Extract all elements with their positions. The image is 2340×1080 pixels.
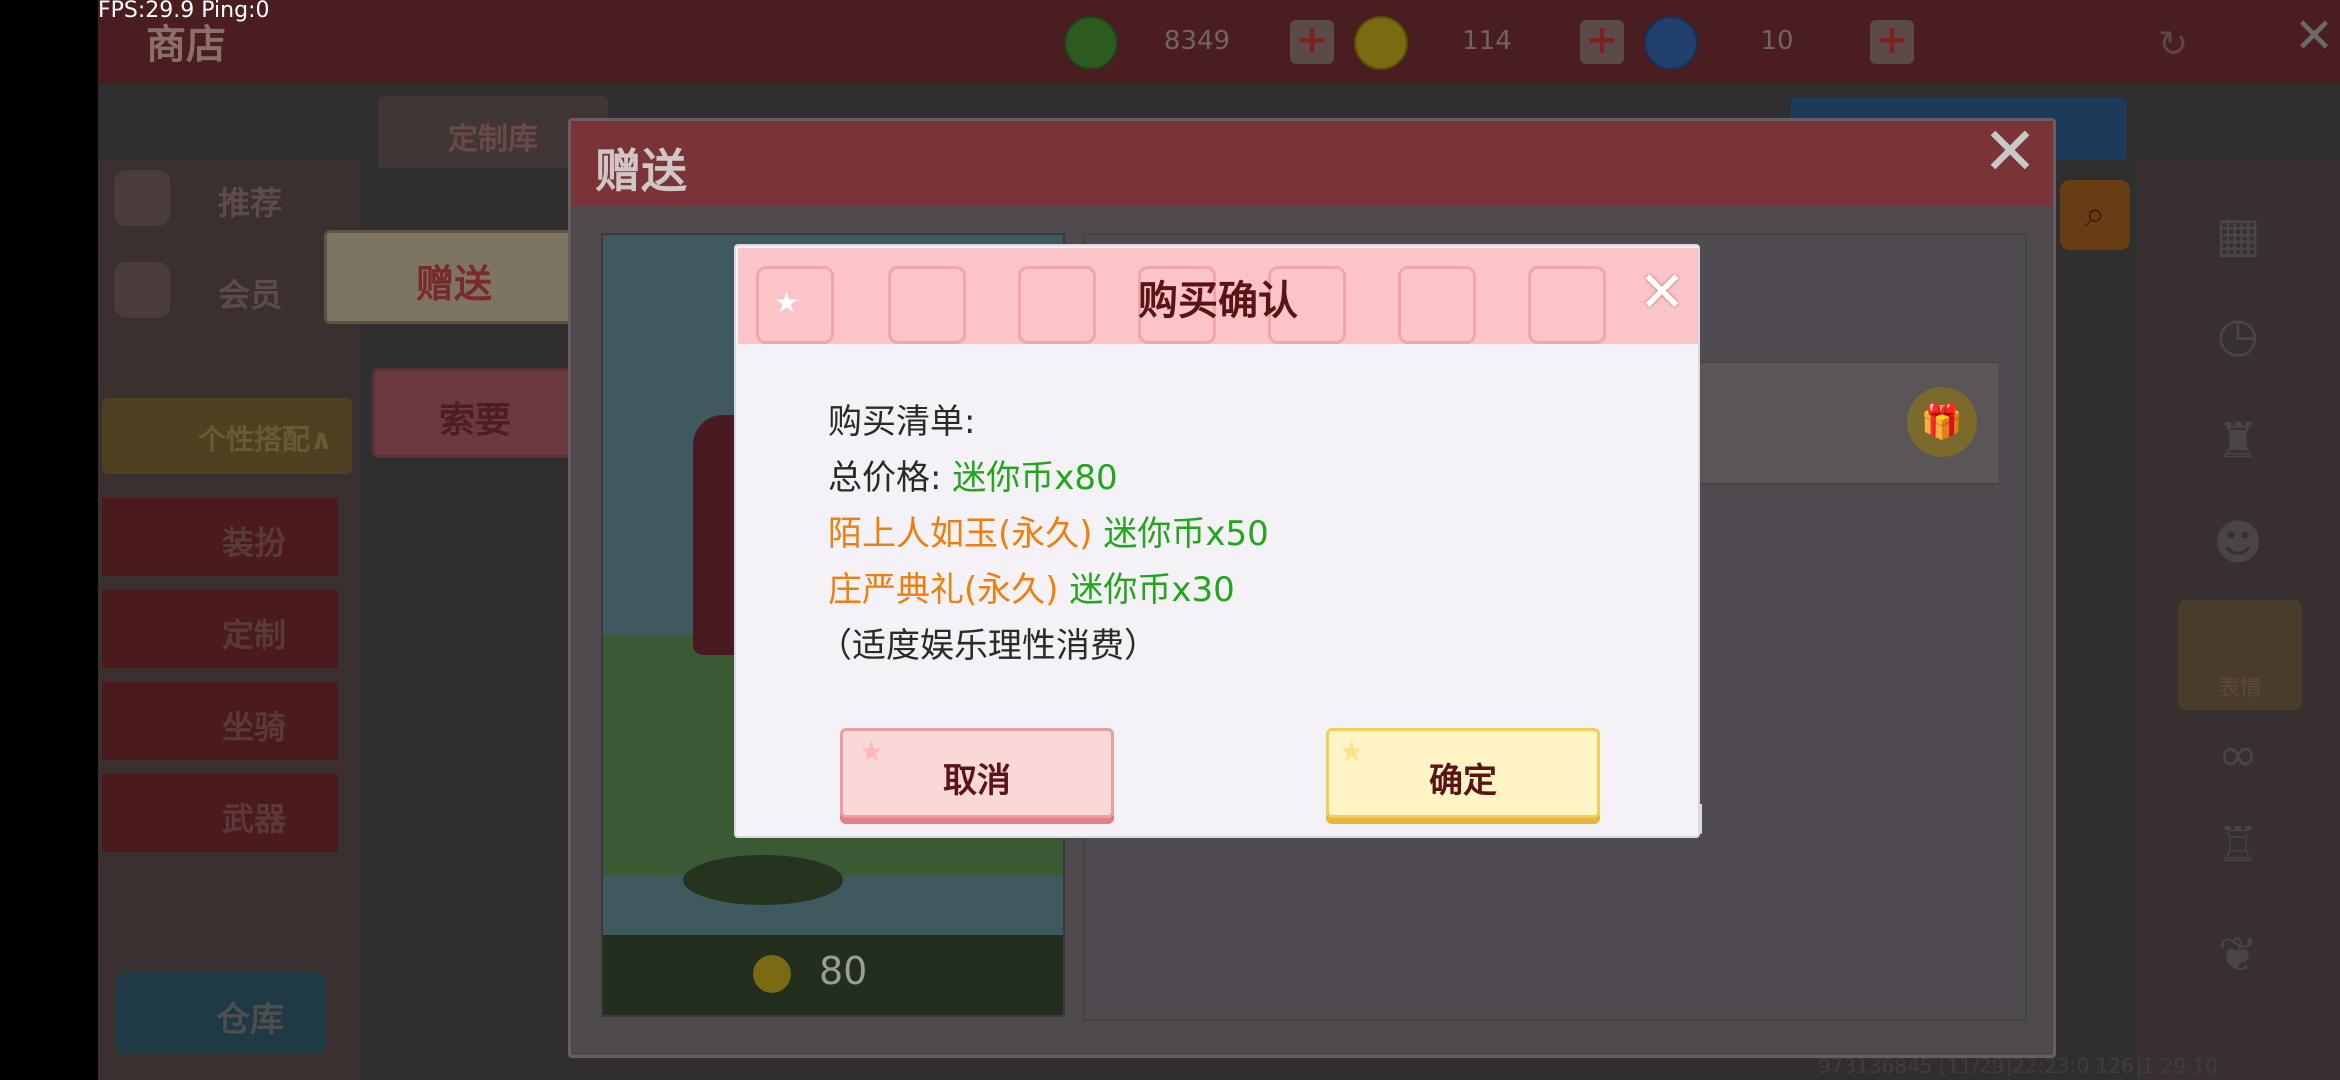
fps-overlay: FPS:29.9 Ping:0 [98,0,270,23]
tab-label: 索要 [438,400,511,441]
currency-value: 10 [1760,26,1794,56]
add-currency-button[interactable]: + [1870,20,1914,64]
add-currency-button[interactable]: + [1290,20,1334,64]
dialog-body: ★ 购买确认 ✕ 购买清单: 总价格: 迷你币x80 陌上人如玉(永久) 迷你币… [734,244,1700,838]
preview-price: 80 [819,949,868,993]
gift-box-icon[interactable]: 🎁 [1907,387,1977,457]
grid-icon[interactable]: ▦ [2188,190,2288,280]
list-label: 购买清单: [828,402,976,442]
item-name: 庄严典礼(永久) [828,570,1059,610]
close-icon[interactable]: ✕ [1977,119,2043,187]
left-nav: 推荐 会员 个性搭配∧ 装扮 定制 坐骑 武器 [98,160,360,1080]
nav-label: 个性搭配∧ [198,423,333,456]
gift-dialog-title: 赠送 [595,144,687,198]
preview-price-bar: 80 [603,935,1063,1015]
member-icon [114,262,170,318]
total-value: 迷你币x80 [952,458,1118,498]
total-label: 总价格: [828,458,942,498]
nav-item-custom[interactable]: 定制 [102,590,338,668]
nav-item-dress[interactable]: 装扮 [102,498,338,576]
gold-coin-icon [1354,16,1408,70]
nav-item-mount[interactable]: 坐骑 [102,682,338,760]
nav-label: 会员 [218,276,283,314]
mask-icon[interactable]: ∞ [2188,710,2288,800]
shirt-icon[interactable]: ♖ [2188,800,2288,890]
recommend-icon [114,170,170,226]
blue-coin-icon [1644,16,1698,70]
outfit-icon[interactable]: ♜ [2188,396,2288,486]
nav-label: 武器 [222,800,287,838]
cancel-button[interactable]: ★ 取消 [840,728,1114,818]
coin-icon [753,955,791,993]
emoji-label: 表情 [2217,676,2262,701]
warehouse-label: 仓库 [216,1000,284,1040]
green-coin-icon [1064,16,1118,70]
history-icon[interactable]: ◷ [2188,290,2288,380]
nav-item-member[interactable]: 会员 [98,252,360,332]
nav-label: 坐骑 [222,708,287,746]
gift-dialog-header: 赠送 ✕ [571,119,2053,205]
nav-label: 推荐 [218,184,283,222]
currency-value: 8349 [1163,26,1231,56]
tab-ask[interactable]: 索要 [372,368,578,458]
item-price: 迷你币x30 [1069,570,1235,610]
right-category-bar: ▦ ◷ ♜ ☻ 表情 ∞ ♖ ❦ [2138,160,2340,1080]
item-name: 陌上人如玉(永久) [828,514,1093,554]
item-price: 迷你币x50 [1103,514,1269,554]
nav-item-personal[interactable]: 个性搭配∧ [102,398,352,474]
refresh-icon[interactable]: ↻ [2158,24,2198,65]
emoji-tab[interactable]: 表情 [2178,600,2302,710]
item-line: 庄严典礼(永久) 迷你币x30 [828,562,1235,611]
purchase-confirm-dialog: ★ 购买确认 ✕ 购买清单: 总价格: 迷你币x80 陌上人如玉(永久) 迷你币… [734,244,1702,838]
nav-label: 定制 [222,616,287,654]
shop-close-icon[interactable]: ✕ [2294,12,2334,60]
tab-give[interactable]: 赠送 [324,230,584,324]
tab-label: 赠送 [415,262,492,306]
cancel-label: 取消 [943,761,1011,801]
face-icon[interactable]: ☻ [2188,498,2288,588]
dialog-title: 购买确认 [1138,278,1298,324]
search-icon[interactable]: ⌕ [2060,180,2130,250]
consumption-notice: （适度娱乐理性消费） [818,626,1158,666]
item-line: 陌上人如玉(永久) 迷你币x50 [828,506,1269,555]
nav-item-weapon[interactable]: 武器 [102,774,338,852]
nav-label: 装扮 [222,524,287,562]
top-bar: 商店 8349 + 114 + 10 + ↻ ✕ [98,0,2340,84]
total-price-line: 总价格: 迷你币x80 [828,450,1118,499]
add-currency-button[interactable]: + [1580,20,1624,64]
character-shadow [683,855,843,905]
warehouse-button[interactable]: 仓库 [116,972,326,1054]
hair-icon[interactable]: ❦ [2188,910,2288,1000]
confirm-label: 确定 [1429,761,1497,801]
currency-value: 114 [1462,26,1512,56]
dialog-header: ★ 购买确认 ✕ [738,248,1698,344]
nav-item-recommend[interactable]: 推荐 [98,160,360,240]
close-icon[interactable]: ✕ [1636,265,1688,321]
confirm-button[interactable]: ★ 确定 [1326,728,1600,818]
